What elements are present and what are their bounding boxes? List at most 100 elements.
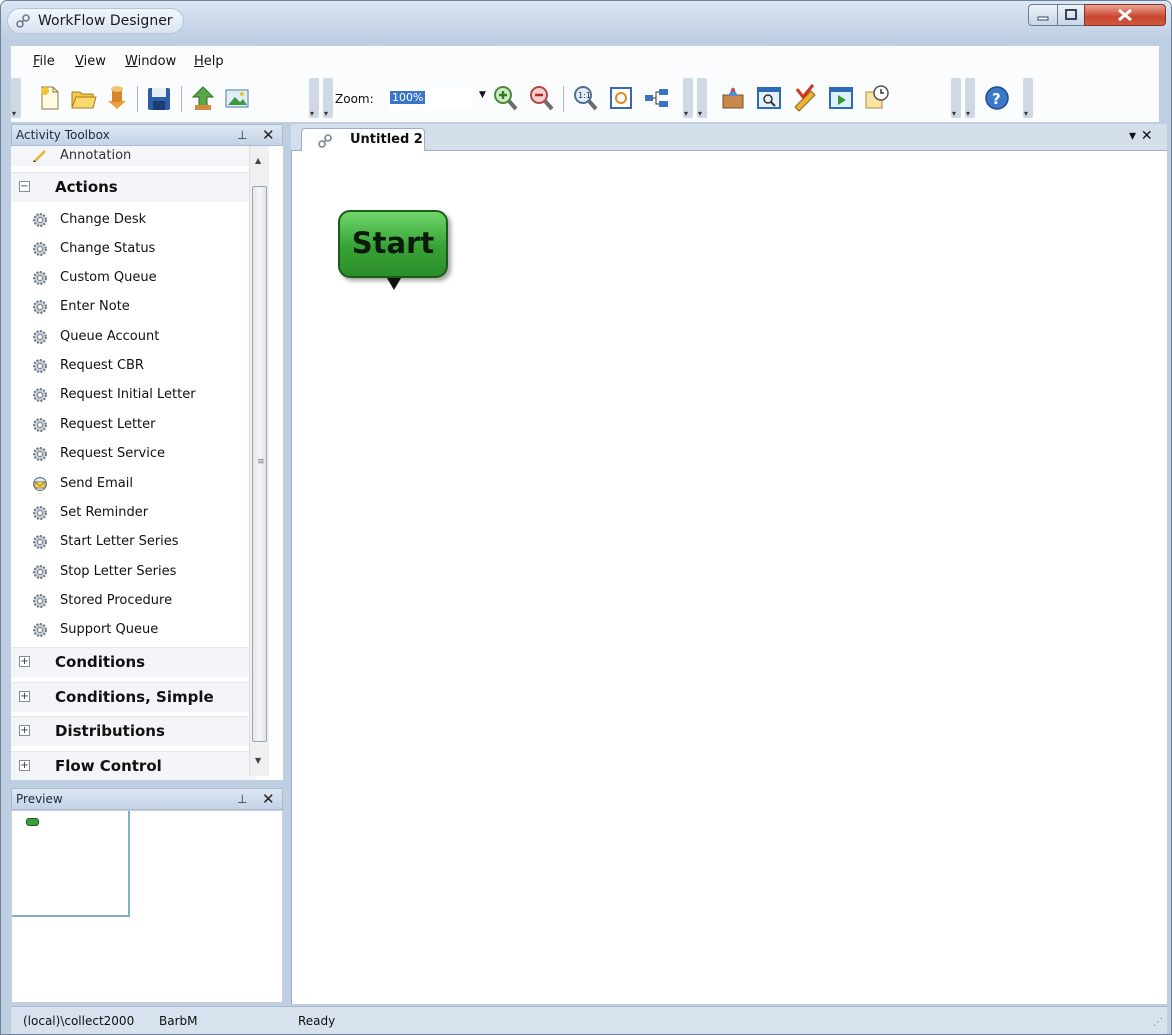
toolbox-group-distributions[interactable]: + Distributions	[11, 716, 256, 746]
import-icon[interactable]	[103, 83, 131, 113]
toolbar-overflow[interactable]	[309, 78, 319, 118]
toolbox-item-change-status[interactable]: Change Status	[11, 235, 256, 263]
start-node-label: Start	[351, 226, 435, 260]
toolbox-item-set-reminder[interactable]: Set Reminder	[11, 499, 256, 527]
toolbox-item-enter-note[interactable]: Enter Note	[11, 293, 256, 321]
open-folder-icon[interactable]	[69, 83, 97, 113]
image-export-icon[interactable]	[223, 83, 251, 113]
save-icon[interactable]	[145, 83, 173, 113]
expand-icon[interactable]: +	[19, 725, 30, 736]
toolbox-item-label: Enter Note	[60, 299, 130, 314]
preview-viewport-frame[interactable]	[12, 811, 130, 917]
zoom-actual-size-icon[interactable]: 1:1	[571, 83, 599, 113]
toolbar-overflow[interactable]	[951, 78, 961, 118]
chevron-down-icon[interactable]: ▼	[479, 90, 486, 100]
zoom-fit-icon[interactable]	[607, 83, 635, 113]
toolbox-item-queue-account[interactable]: Queue Account	[11, 323, 256, 351]
toolbar-overflow[interactable]	[683, 78, 693, 118]
toolbox-item-label: Request Service	[60, 446, 165, 461]
preview-window-icon[interactable]	[755, 83, 783, 113]
menu-view[interactable]: View	[75, 54, 106, 69]
scroll-up-icon[interactable]: ▲	[255, 156, 261, 165]
scroll-down-icon[interactable]: ▼	[255, 756, 261, 765]
new-document-icon[interactable]	[35, 83, 63, 113]
publish-icon[interactable]	[189, 83, 217, 113]
toolbox-item-annotation[interactable]: Annotation	[11, 146, 256, 166]
toolbar-grip[interactable]	[11, 78, 21, 118]
status-bar: (local)\collect2000 BarbM Ready ⋰	[11, 1006, 1167, 1034]
toolbox-item-send-email[interactable]: Send Email	[11, 470, 256, 498]
menu-bar: File View Window Help	[11, 46, 1159, 76]
pin-icon[interactable]: ⊥	[237, 128, 247, 142]
toolbox-item-request-letter[interactable]: Request Letter	[11, 411, 256, 439]
expand-icon[interactable]: +	[19, 760, 30, 771]
toolbox-item-request-service[interactable]: Request Service	[11, 440, 256, 468]
layout-tree-icon[interactable]	[643, 83, 671, 113]
zoom-in-icon[interactable]	[491, 83, 519, 113]
zoom-out-icon[interactable]	[527, 83, 555, 113]
pin-icon[interactable]: ⊥	[237, 792, 247, 806]
window-title-text: WorkFlow Designer	[38, 13, 173, 29]
toolbox-item-support-queue[interactable]: Support Queue	[11, 616, 256, 644]
menu-window[interactable]: Window	[125, 54, 176, 69]
deploy-icon[interactable]	[719, 83, 747, 113]
toolbox-item-request-initial-letter[interactable]: Request Initial Letter	[11, 381, 256, 409]
expand-icon[interactable]: +	[19, 656, 30, 667]
gear-icon	[33, 418, 47, 432]
toolbox-item-stored-procedure[interactable]: Stored Procedure	[11, 587, 256, 615]
toolbox-group-flow-control[interactable]: + Flow Control	[11, 751, 256, 780]
help-icon[interactable]: ?	[983, 83, 1011, 113]
gear-icon	[33, 506, 47, 520]
close-toolbox-icon[interactable]: ✕	[262, 126, 275, 144]
toolbar-grip[interactable]	[965, 78, 975, 118]
gear-icon	[33, 594, 47, 608]
activity-toolbox-header: Activity Toolbox ⊥ ✕	[11, 124, 283, 146]
toolbar-separator	[563, 86, 564, 112]
menu-help[interactable]: Help	[194, 54, 224, 69]
toolbox-item-custom-queue[interactable]: Custom Queue	[11, 264, 256, 292]
zoom-label: Zoom:	[335, 92, 374, 106]
zoom-combo[interactable]: 100%	[387, 87, 473, 109]
toolbar-overflow[interactable]	[1023, 78, 1033, 118]
tab-list-dropdown-icon[interactable]: ▾	[1129, 128, 1136, 144]
toolbar-separator	[137, 86, 138, 112]
toolbox-group-actions[interactable]: − Actions	[11, 172, 256, 202]
start-connector-arrow-icon[interactable]	[387, 278, 401, 290]
menu-file[interactable]: File	[33, 54, 55, 69]
scrollbar-thumb[interactable]: ≡	[252, 186, 267, 742]
collapse-icon[interactable]: −	[19, 181, 30, 192]
start-node[interactable]: Start	[338, 210, 448, 290]
close-document-icon[interactable]: ✕	[1141, 128, 1153, 144]
toolbox-item-stop-letter-series[interactable]: Stop Letter Series	[11, 558, 256, 586]
resize-grip-icon[interactable]: ⋰	[1153, 1017, 1163, 1028]
window-title: WorkFlow Designer	[7, 8, 184, 34]
toolbar-grip[interactable]	[697, 78, 707, 118]
toolbox-group-label: Conditions, Simple	[55, 688, 214, 706]
toolbar-grip[interactable]	[323, 78, 333, 118]
menu-view-accelerator: V	[75, 54, 84, 69]
gear-icon	[33, 242, 47, 256]
toolbox-item-label: Set Reminder	[60, 505, 149, 520]
run-icon[interactable]	[827, 83, 855, 113]
toolbox-group-conditions-simple[interactable]: + Conditions, Simple	[11, 682, 256, 712]
close-preview-icon[interactable]: ✕	[262, 790, 275, 808]
close-window-button[interactable]	[1084, 4, 1166, 26]
main-toolbar: Zoom: 100% ▼ 1:1	[11, 76, 1159, 122]
maximize-button[interactable]	[1057, 4, 1085, 26]
tab-untitled-2[interactable]: Untitled 2	[301, 128, 425, 152]
toolbox-scrollbar[interactable]: ▲ ≡ ▼	[249, 146, 269, 776]
gear-icon	[33, 535, 47, 549]
minimize-button[interactable]	[1028, 4, 1058, 26]
menu-help-accelerator: H	[194, 54, 204, 69]
toolbox-item-start-letter-series[interactable]: Start Letter Series	[11, 528, 256, 556]
expand-icon[interactable]: +	[19, 691, 30, 702]
toolbox-item-label: Request CBR	[60, 358, 144, 373]
validate-icon[interactable]	[791, 83, 819, 113]
toolbox-item-label: Start Letter Series	[60, 534, 179, 549]
toolbox-item-change-desk[interactable]: Change Desk	[11, 206, 256, 234]
schedule-icon[interactable]	[863, 83, 891, 113]
toolbox-item-request-cbr[interactable]: Request CBR	[11, 352, 256, 380]
toolbox-group-conditions[interactable]: + Conditions	[11, 647, 256, 677]
designer-canvas[interactable]: Start	[291, 151, 1167, 1004]
gear-icon	[33, 388, 47, 402]
